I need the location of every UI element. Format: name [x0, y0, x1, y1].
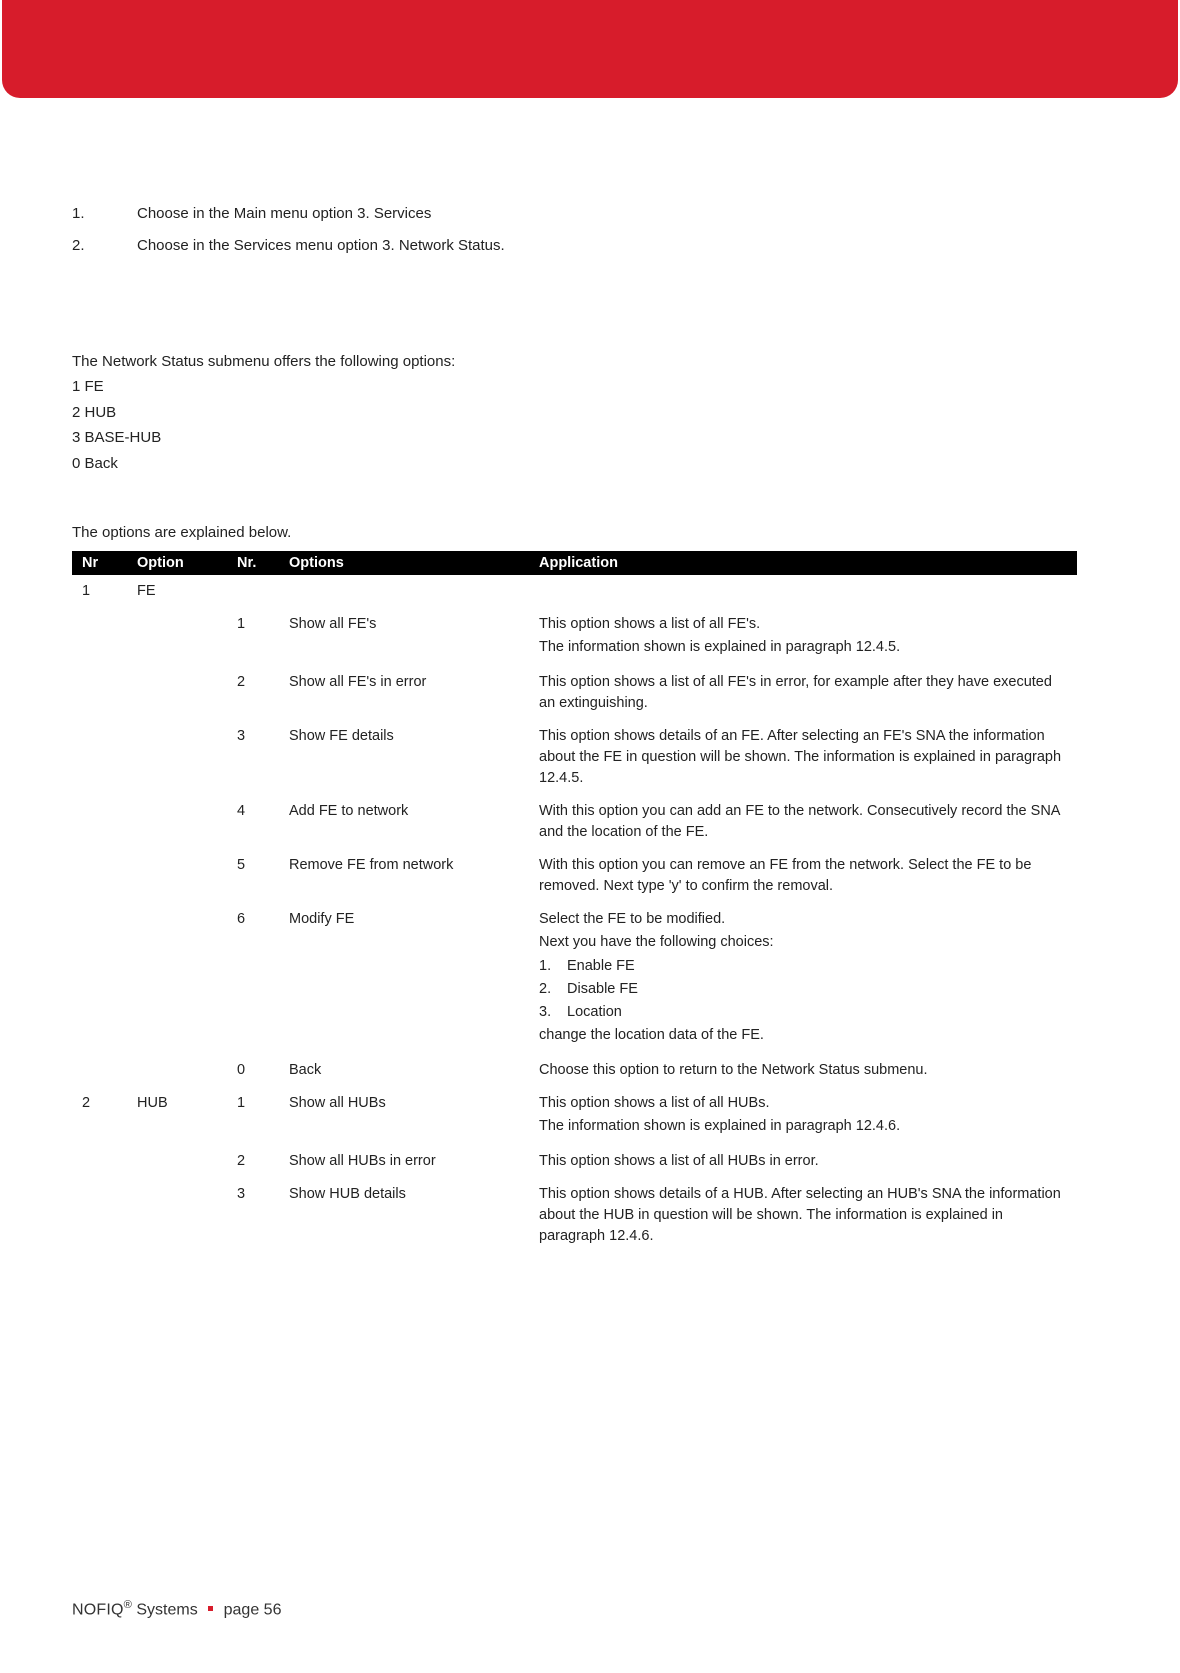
page-footer: NOFIQ® Systems page 56 — [72, 1599, 281, 1619]
cell-application: This option shows a list of all FE's. Th… — [529, 608, 1077, 666]
th-option: Option — [127, 551, 227, 575]
th-nr2: Nr. — [227, 551, 279, 575]
cell-options: Add FE to network — [279, 795, 529, 849]
submenu-intro: The Network Status submenu offers the fo… — [72, 349, 1108, 477]
cell-application: With this option you can add an FE to th… — [529, 795, 1077, 849]
modify-sublist: 1.Enable FE 2.Disable FE 3.Location — [539, 956, 1067, 1023]
cell-options: Show FE details — [279, 720, 529, 795]
sublist-num: 3. — [539, 1002, 567, 1023]
cell-options: Back — [279, 1054, 529, 1087]
step-number: 1. — [72, 203, 137, 225]
th-application: Application — [529, 551, 1077, 575]
cell-application: Choose this option to return to the Netw… — [529, 1054, 1077, 1087]
footer-brand: NOFIQ — [72, 1601, 124, 1618]
registered-icon: ® — [124, 1599, 132, 1611]
square-bullet-icon — [208, 1606, 213, 1611]
cell-options: Show all HUBs — [279, 1087, 529, 1145]
cell-application: This option shows a list of all FE's in … — [529, 666, 1077, 720]
explain-caption: The options are explained below. — [72, 524, 1108, 541]
table-row: 1 FE — [72, 575, 1077, 608]
app-line: This option shows a list of all HUBs. — [539, 1093, 1067, 1114]
cell-nr2: 3 — [227, 720, 279, 795]
table-row: 3 Show FE details This option shows deta… — [72, 720, 1077, 795]
cell-options: Show HUB details — [279, 1178, 529, 1253]
submenu-option: 0 Back — [72, 451, 1108, 477]
table-header-row: Nr Option Nr. Options Application — [72, 551, 1077, 575]
app-line: The information shown is explained in pa… — [539, 1116, 1067, 1137]
submenu-option: 3 BASE-HUB — [72, 425, 1108, 451]
sublist-text: Disable FE — [567, 979, 638, 1000]
steps-list: 1. Choose in the Main menu option 3. Ser… — [72, 203, 1108, 257]
cell-nr2: 1 — [227, 1087, 279, 1145]
sublist-text: Enable FE — [567, 956, 635, 977]
cell-application — [529, 575, 1077, 608]
cell-nr2: 3 — [227, 1178, 279, 1253]
cell-option: HUB — [127, 1087, 227, 1145]
cell-options: Show all HUBs in error — [279, 1145, 529, 1178]
table-row: 5 Remove FE from network With this optio… — [72, 849, 1077, 903]
cell-options: Show all FE's — [279, 608, 529, 666]
cell-nr: 2 — [72, 1087, 127, 1145]
cell-nr: 1 — [72, 575, 127, 608]
submenu-option: 2 HUB — [72, 400, 1108, 426]
cell-option: FE — [127, 575, 227, 608]
cell-nr2: 2 — [227, 666, 279, 720]
cell-application: Select the FE to be modified. Next you h… — [529, 903, 1077, 1054]
step-number: 2. — [72, 235, 137, 257]
cell-application: This option shows details of an FE. Afte… — [529, 720, 1077, 795]
options-table: Nr Option Nr. Options Application 1 FE 1… — [72, 551, 1077, 1253]
th-options: Options — [279, 551, 529, 575]
step-text: Choose in the Services menu option 3. Ne… — [137, 235, 1108, 257]
app-line: Select the FE to be modified. — [539, 909, 1067, 930]
cell-options: Modify FE — [279, 903, 529, 1054]
cell-application: This option shows a list of all HUBs. Th… — [529, 1087, 1077, 1145]
cell-application: This option shows a list of all HUBs in … — [529, 1145, 1077, 1178]
cell-application: This option shows details of a HUB. Afte… — [529, 1178, 1077, 1253]
cell-options: Remove FE from network — [279, 849, 529, 903]
submenu-option: 1 FE — [72, 374, 1108, 400]
table-row: 2 Show all FE's in error This option sho… — [72, 666, 1077, 720]
header-bar — [2, 0, 1178, 98]
cell-nr2: 2 — [227, 1145, 279, 1178]
sublist-num: 1. — [539, 956, 567, 977]
footer-page: page 56 — [224, 1601, 282, 1618]
sublist-num: 2. — [539, 979, 567, 1000]
app-line: The information shown is explained in pa… — [539, 637, 1067, 658]
app-line: change the location data of the FE. — [539, 1025, 1067, 1046]
th-nr: Nr — [72, 551, 127, 575]
table-row: 4 Add FE to network With this option you… — [72, 795, 1077, 849]
footer-systems: Systems — [132, 1601, 198, 1618]
table-row: 1 Show all FE's This option shows a list… — [72, 608, 1077, 666]
step-text: Choose in the Main menu option 3. Servic… — [137, 203, 1108, 225]
table-row: 0 Back Choose this option to return to t… — [72, 1054, 1077, 1087]
table-row: 3 Show HUB details This option shows det… — [72, 1178, 1077, 1253]
cell-nr2: 5 — [227, 849, 279, 903]
app-line: Next you have the following choices: — [539, 932, 1067, 953]
cell-nr2 — [227, 575, 279, 608]
step-item: 1. Choose in the Main menu option 3. Ser… — [72, 203, 1108, 225]
table-row: 2 HUB 1 Show all HUBs This option shows … — [72, 1087, 1077, 1145]
cell-nr2: 6 — [227, 903, 279, 1054]
cell-application: With this option you can remove an FE fr… — [529, 849, 1077, 903]
table-row: 2 Show all HUBs in error This option sho… — [72, 1145, 1077, 1178]
page-content: 1. Choose in the Main menu option 3. Ser… — [0, 98, 1180, 1253]
intro-heading: The Network Status submenu offers the fo… — [72, 349, 1108, 375]
sublist-text: Location — [567, 1002, 622, 1023]
step-item: 2. Choose in the Services menu option 3.… — [72, 235, 1108, 257]
cell-nr2: 4 — [227, 795, 279, 849]
table-row: 6 Modify FE Select the FE to be modified… — [72, 903, 1077, 1054]
cell-options: Show all FE's in error — [279, 666, 529, 720]
app-line: This option shows a list of all FE's. — [539, 614, 1067, 635]
cell-nr2: 1 — [227, 608, 279, 666]
cell-options — [279, 575, 529, 608]
cell-nr2: 0 — [227, 1054, 279, 1087]
